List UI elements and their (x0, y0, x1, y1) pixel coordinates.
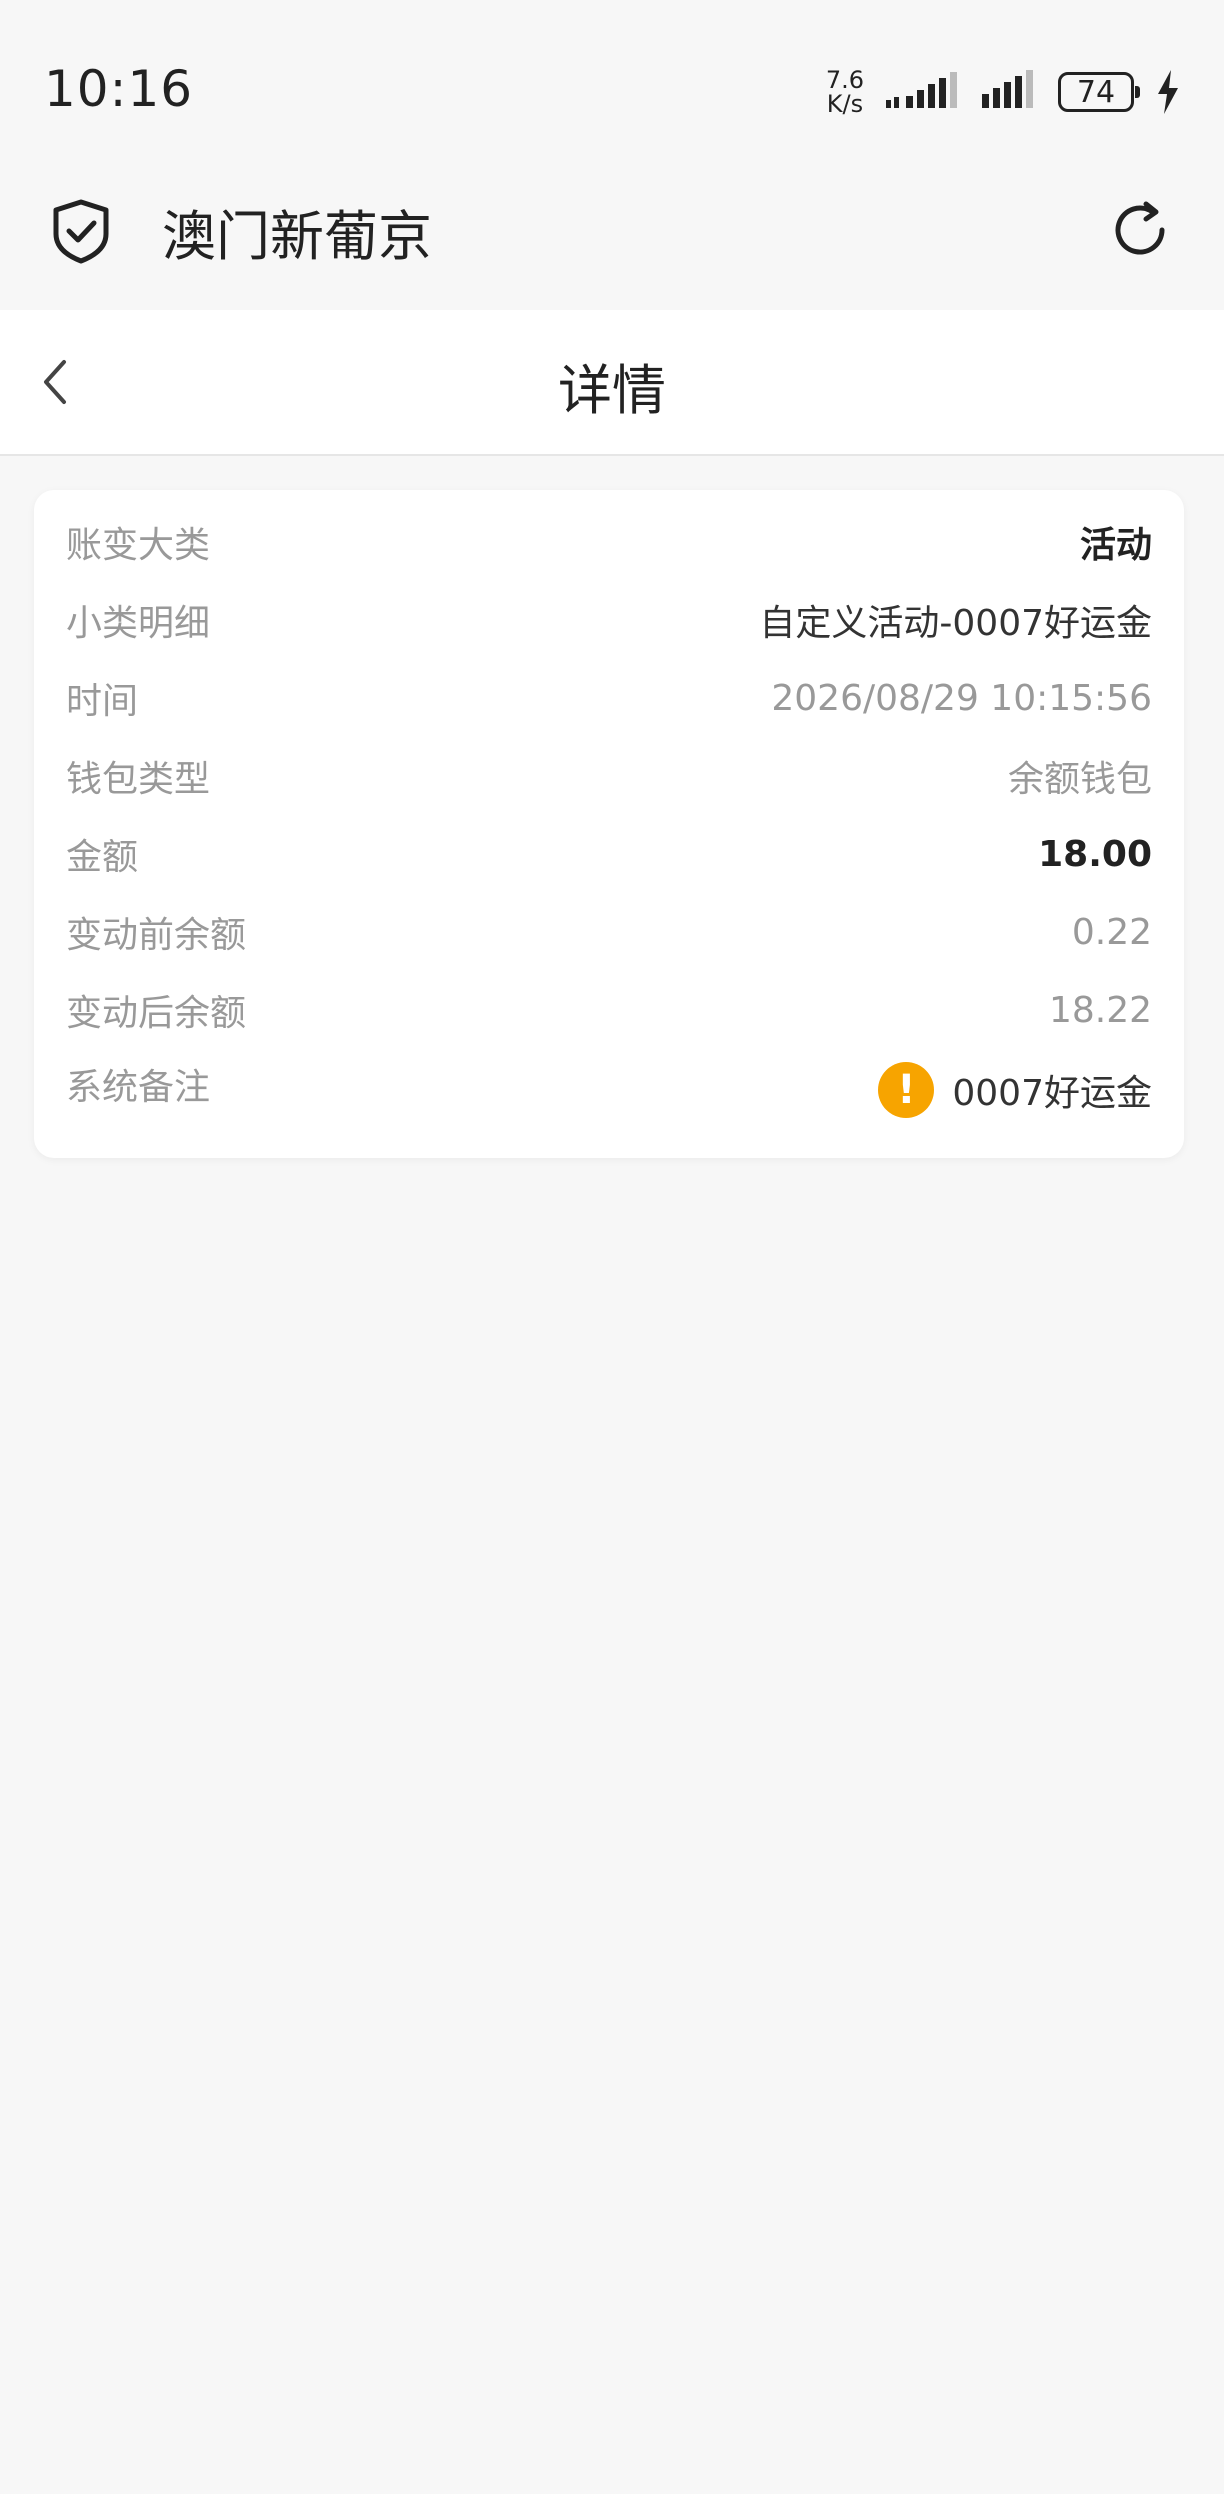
wallet-value: 余额钱包 (1007, 759, 1152, 800)
category-label: 账变大类 (66, 525, 211, 566)
before-balance-value: 0.22 (1071, 911, 1152, 953)
time-label: 时间 (66, 681, 139, 722)
battery-level: 74 (1076, 74, 1116, 110)
signal-icon-2 (982, 70, 1033, 108)
network-speed: 7.6 K/s (826, 68, 864, 116)
detail-row-system-note: 系统备注 ! 0007好运金 (66, 1058, 1152, 1122)
time-value: 2026/08/29 10:15:56 (771, 677, 1152, 719)
amount-value: 18.00 (1038, 833, 1152, 875)
nav-bar: 详情 (0, 310, 1224, 456)
status-indicators: 7.6 K/s 74 (826, 66, 1180, 118)
detail-row-time: 时间 2026/08/29 10:15:56 (66, 668, 1152, 728)
detail-row-after-balance: 变动后余额 18.22 (66, 980, 1152, 1040)
system-note-value: 0007好运金 (952, 1073, 1152, 1114)
system-note-label: 系统备注 (66, 1067, 211, 1108)
network-speed-value: 7.6 (825, 66, 864, 94)
network-speed-unit: K/s (826, 90, 864, 118)
battery-indicator: 74 (1058, 72, 1140, 112)
system-note: ! 0007好运金 (878, 1062, 1152, 1118)
wallet-label: 钱包类型 (66, 759, 211, 800)
charging-bolt-icon (1158, 70, 1178, 114)
before-balance-label: 变动前余额 (66, 915, 247, 956)
category-value: 活动 (1079, 525, 1152, 566)
status-bar: 10:16 7.6 K/s 74 (0, 0, 1224, 170)
detail-row-before-balance: 变动前余额 0.22 (66, 902, 1152, 962)
detail-row-subcategory: 小类明细 自定义活动-0007好运金 (66, 590, 1152, 650)
status-time: 10:16 (44, 60, 194, 118)
detail-card: 账变大类 活动 小类明细 自定义活动-0007好运金 时间 2026/08/29… (34, 490, 1184, 1158)
shield-check-icon[interactable] (48, 198, 114, 264)
app-title: 澳门新葡京 (162, 205, 432, 268)
amount-label: 金额 (66, 837, 139, 878)
refresh-icon[interactable] (1108, 198, 1172, 262)
detail-row-amount: 金额 18.00 (66, 824, 1152, 884)
subcategory-value: 自定义活动-0007好运金 (759, 603, 1152, 644)
detail-row-wallet: 钱包类型 余额钱包 (66, 746, 1152, 806)
detail-row-category: 账变大类 活动 (66, 512, 1152, 572)
subcategory-label: 小类明细 (66, 603, 211, 644)
page-title: 详情 (558, 359, 666, 422)
after-balance-value: 18.22 (1048, 989, 1152, 1031)
signal-icon (886, 72, 957, 108)
warning-icon[interactable]: ! (878, 1062, 935, 1118)
app-header: 澳门新葡京 (0, 170, 1224, 310)
after-balance-label: 变动后余额 (66, 993, 247, 1034)
